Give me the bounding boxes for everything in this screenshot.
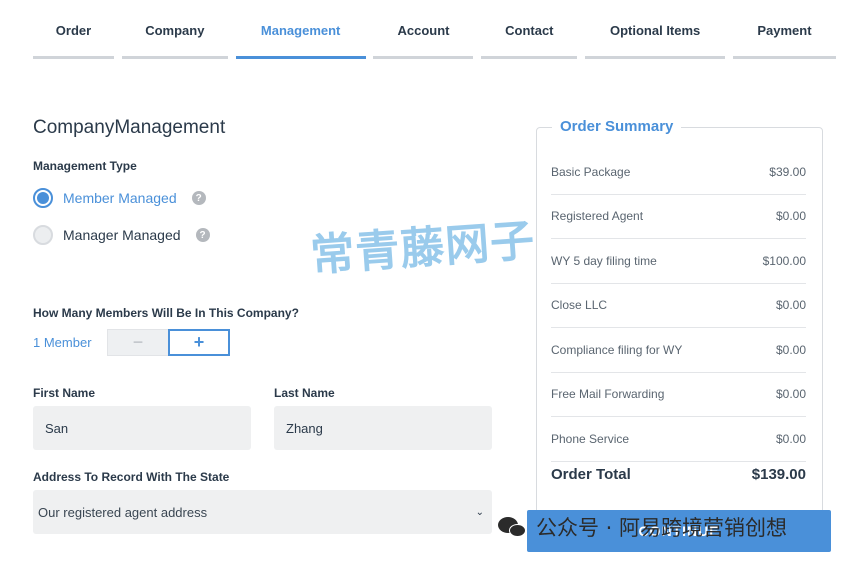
last-name-label: Last Name — [274, 386, 335, 400]
radio-label: Manager Managed — [63, 227, 181, 243]
order-total-value: $139.00 — [751, 466, 806, 483]
order-summary-title: Order Summary — [552, 118, 682, 135]
radio-label: Member Managed — [63, 190, 177, 206]
item-price: $100.00 — [762, 253, 806, 268]
item-price: $0.00 — [775, 431, 806, 446]
list-item: Phone Service $0.00 — [551, 417, 806, 462]
footer-watermark: 公众号 · 阿易跨境营销创想 — [498, 512, 787, 542]
tab-payment[interactable]: Payment — [732, 0, 836, 60]
list-item: Registered Agent $0.00 — [551, 195, 806, 239]
item-name: WY 5 day filing time — [551, 253, 657, 268]
order-total-label: Order Total — [551, 466, 631, 483]
list-item: Free Mail Forwarding $0.00 — [551, 373, 806, 417]
help-icon[interactable]: ? — [191, 191, 206, 205]
item-price: $0.00 — [775, 342, 806, 357]
tab-company[interactable]: Company — [121, 0, 228, 60]
tab-management[interactable]: Management — [235, 0, 366, 60]
item-price: $0.00 — [775, 298, 806, 313]
tab-optional-items[interactable]: Optional Items — [585, 0, 726, 60]
item-name: Close LLC — [551, 298, 608, 313]
wechat-icon — [498, 515, 528, 539]
item-name: Basic Package — [551, 164, 631, 179]
tab-order[interactable]: Order — [33, 0, 114, 60]
management-type-label: Management Type — [33, 159, 137, 173]
radio-unchecked-icon[interactable] — [33, 225, 53, 245]
footer-watermark-text: 公众号 · 阿易跨境营销创想 — [536, 516, 788, 540]
first-name-label: First Name — [33, 386, 96, 400]
item-name: Free Mail Forwarding — [551, 387, 665, 402]
step-tabs: Order Company Management Account Contact… — [33, 0, 836, 60]
page-title: CompanyManagement — [33, 117, 226, 138]
item-price: $39.00 — [769, 164, 806, 179]
list-item: Basic Package $39.00 — [551, 150, 806, 195]
order-summary-items: Basic Package $39.00 Registered Agent $0.0… — [551, 150, 806, 462]
increment-button[interactable]: + — [168, 329, 230, 356]
list-item: WY 5 day filing time $100.00 — [551, 239, 806, 284]
address-select[interactable]: Our registered agent address ⌄ — [33, 490, 492, 534]
decrement-button[interactable]: − — [107, 329, 169, 356]
member-count: 1 Member — [33, 335, 92, 350]
item-name: Registered Agent — [551, 209, 644, 224]
item-price: $0.00 — [775, 387, 806, 402]
last-name-field[interactable]: Zhang — [274, 406, 492, 450]
list-item: Compliance filing for WY $0.00 — [551, 328, 806, 373]
first-name-field[interactable]: San — [33, 406, 251, 450]
watermark-text: 常青藤网子 — [308, 215, 537, 282]
radio-member-managed[interactable]: Member Managed ? — [33, 187, 206, 209]
item-name: Compliance filing for WY — [551, 342, 683, 357]
list-item: Close LLC $0.00 — [551, 284, 806, 328]
chevron-down-icon: ⌄ — [475, 506, 484, 518]
item-price: $0.00 — [775, 209, 806, 224]
tab-contact[interactable]: Contact — [481, 0, 578, 60]
tab-account[interactable]: Account — [373, 0, 474, 60]
radio-manager-managed[interactable]: Manager Managed ? — [33, 224, 210, 246]
address-label: Address To Record With The State — [33, 470, 230, 484]
address-selected-value: Our registered agent address — [38, 504, 208, 520]
members-question: How Many Members Will Be In This Company… — [33, 306, 299, 320]
item-name: Phone Service — [551, 431, 630, 446]
help-icon[interactable]: ? — [195, 228, 210, 242]
order-total: Order Total $139.00 — [551, 466, 806, 483]
radio-checked-icon[interactable] — [33, 188, 53, 208]
